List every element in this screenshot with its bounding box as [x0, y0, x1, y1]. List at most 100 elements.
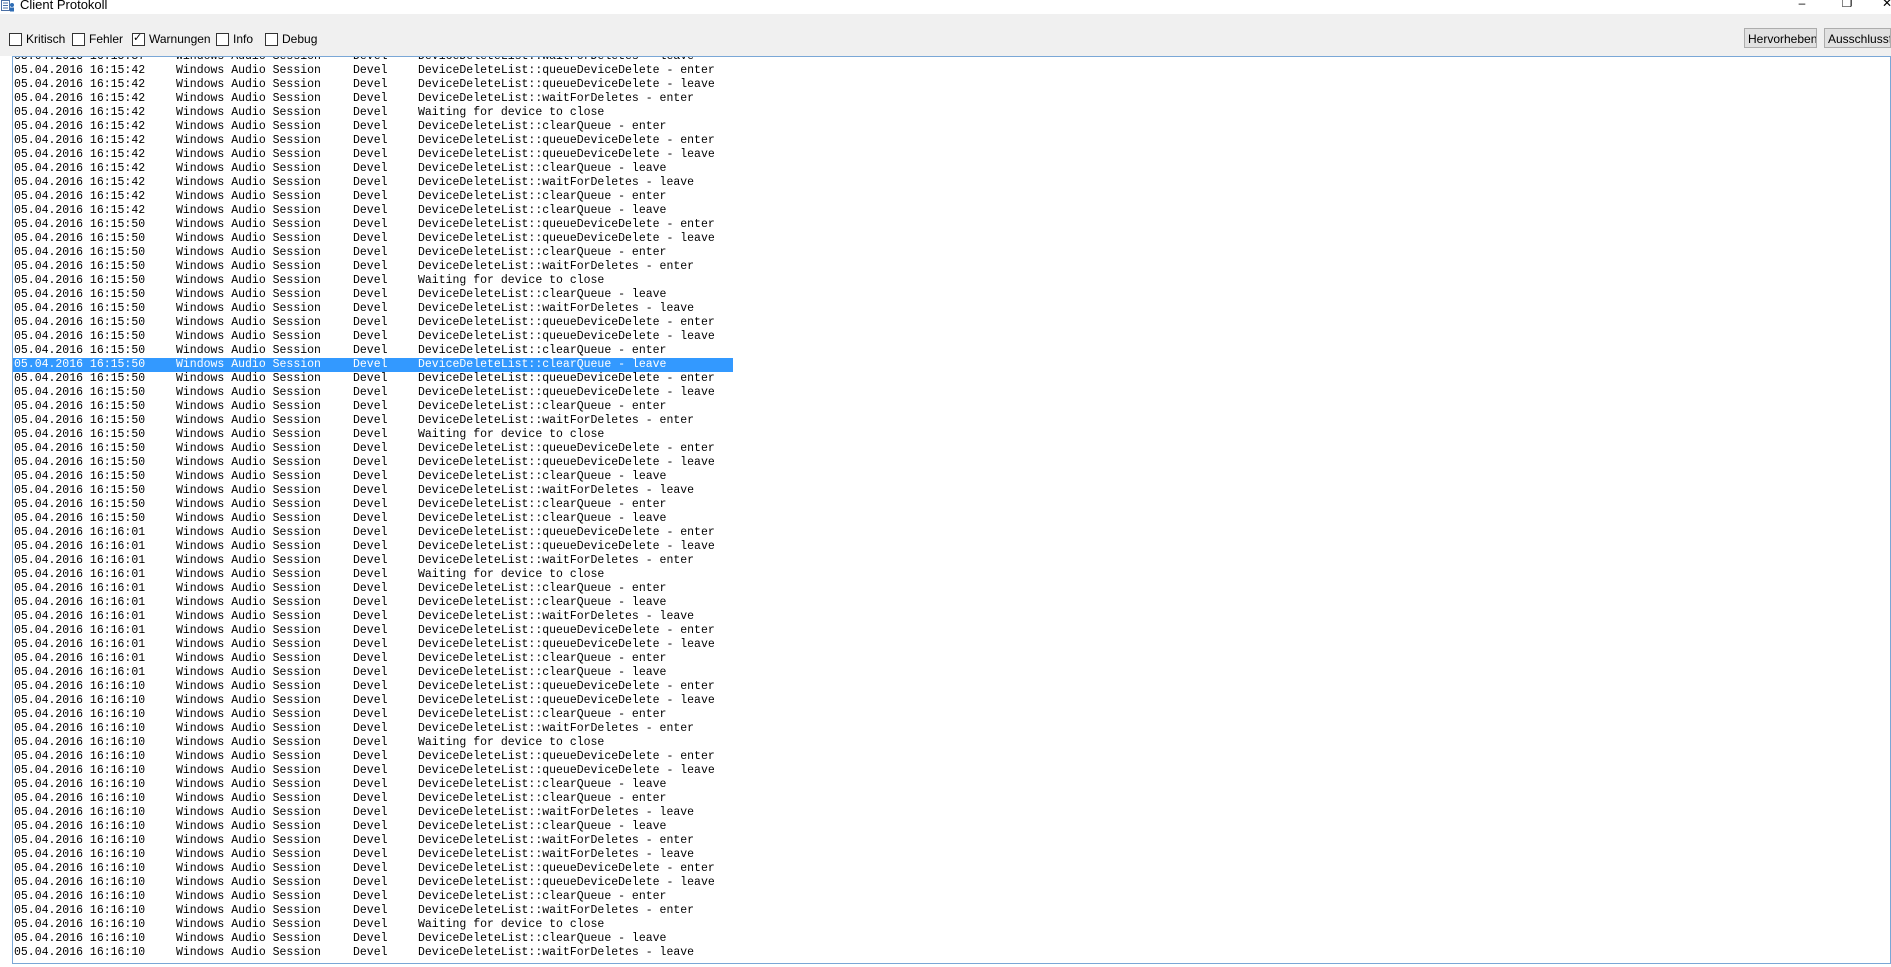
log-row[interactable]: 05.04.2016 16:16:10 Windows Audio Session… — [13, 904, 733, 918]
log-row[interactable]: 05.04.2016 16:16:10 Windows Audio Session… — [13, 834, 733, 848]
log-row[interactable]: 05.04.2016 16:16:01 Windows Audio Session… — [13, 582, 733, 596]
log-row[interactable]: 05.04.2016 16:15:50 Windows Audio Session… — [13, 316, 733, 330]
log-row-selected[interactable]: 05.04.2016 16:15:50 Windows Audio Session… — [13, 358, 733, 372]
log-row[interactable]: 05.04.2016 16:16:10 Windows Audio Session… — [13, 876, 733, 890]
log-date: 05.04.2016 16:16:10 — [14, 904, 146, 917]
log-source: Windows Audio Session — [176, 190, 321, 203]
log-row[interactable]: 05.04.2016 16:16:10 Windows Audio Session… — [13, 848, 733, 862]
log-row[interactable]: 05.04.2016 16:15:42 Windows Audio Session… — [13, 120, 733, 134]
log-date: 05.04.2016 16:15:50 — [14, 316, 146, 329]
log-row[interactable]: 05.04.2016 16:16:01 Windows Audio Session… — [13, 638, 733, 652]
log-source: Windows Audio Session — [176, 260, 321, 273]
log-message: DeviceDeleteList::queueDeviceDelete - en… — [418, 134, 715, 147]
log-row[interactable]: 05.04.2016 16:15:42 Windows Audio Session… — [13, 148, 733, 162]
log-row[interactable]: 05.04.2016 16:15:42 Windows Audio Session… — [13, 78, 733, 92]
close-icon[interactable]: ✕ — [1880, 0, 1891, 10]
log-row[interactable]: 05.04.2016 16:15:50 Windows Audio Session… — [13, 414, 733, 428]
log-row[interactable]: 05.04.2016 16:16:01 Windows Audio Session… — [13, 596, 733, 610]
log-row[interactable]: 05.04.2016 16:15:42 Windows Audio Session… — [13, 64, 733, 78]
log-row[interactable]: 05.04.2016 16:16:01 Windows Audio Session… — [13, 526, 733, 540]
checkbox-kritisch[interactable] — [9, 32, 22, 46]
log-row[interactable]: 05.04.2016 16:15:50 Windows Audio Session… — [13, 344, 733, 358]
checkbox-info[interactable] — [216, 32, 229, 46]
log-row[interactable]: 05.04.2016 16:16:01 Windows Audio Session… — [13, 666, 733, 680]
exclude-filter-button[interactable]: Ausschlussfil — [1824, 28, 1891, 48]
checkbox-debug[interactable] — [265, 32, 278, 46]
highlight-button[interactable]: Hervorheben — [1744, 28, 1817, 48]
log-row[interactable]: 05.04.2016 16:16:01 Windows Audio Session… — [13, 610, 733, 624]
log-row[interactable]: 05.04.2016 16:15:50 Windows Audio Session… — [13, 302, 733, 316]
checkbox-warnungen[interactable]: ✓ — [132, 32, 145, 46]
log-message: DeviceDeleteList::clearQueue - enter — [418, 708, 667, 721]
log-message: DeviceDeleteList::clearQueue - leave — [418, 204, 667, 217]
log-list[interactable]: 05.04.2016 16:15:37 Windows Audio Session… — [12, 56, 1891, 964]
filter-warnungen[interactable]: ✓ Warnungen — [132, 32, 211, 46]
log-row[interactable]: 05.04.2016 16:15:50 Windows Audio Session… — [13, 498, 733, 512]
log-row[interactable]: 05.04.2016 16:15:50 Windows Audio Session… — [13, 372, 733, 386]
log-row[interactable]: 05.04.2016 16:15:42 Windows Audio Session… — [13, 134, 733, 148]
log-row[interactable]: 05.04.2016 16:16:10 Windows Audio Session… — [13, 736, 733, 750]
log-row[interactable]: 05.04.2016 16:16:10 Windows Audio Session… — [13, 932, 733, 946]
log-level: Devel — [353, 652, 388, 665]
restore-icon[interactable]: ❐ — [1840, 0, 1854, 10]
log-message: DeviceDeleteList::queueDeviceDelete - le… — [418, 232, 715, 245]
log-row[interactable]: 05.04.2016 16:15:50 Windows Audio Session… — [13, 386, 733, 400]
log-row[interactable]: 05.04.2016 16:15:50 Windows Audio Session… — [13, 428, 733, 442]
log-row[interactable]: 05.04.2016 16:15:42 Windows Audio Session… — [13, 92, 733, 106]
log-row[interactable]: 05.04.2016 16:16:10 Windows Audio Session… — [13, 722, 733, 736]
log-row[interactable]: 05.04.2016 16:15:50 Windows Audio Session… — [13, 246, 733, 260]
filter-info[interactable]: Info — [216, 32, 253, 46]
log-row[interactable]: 05.04.2016 16:16:10 Windows Audio Session… — [13, 862, 733, 876]
log-row[interactable]: 05.04.2016 16:16:10 Windows Audio Session… — [13, 806, 733, 820]
log-row[interactable]: 05.04.2016 16:15:42 Windows Audio Session… — [13, 176, 733, 190]
log-row[interactable]: 05.04.2016 16:15:50 Windows Audio Session… — [13, 484, 733, 498]
log-row[interactable]: 05.04.2016 16:16:10 Windows Audio Session… — [13, 750, 733, 764]
log-row[interactable]: 05.04.2016 16:15:50 Windows Audio Session… — [13, 470, 733, 484]
log-row[interactable]: 05.04.2016 16:15:50 Windows Audio Session… — [13, 456, 733, 470]
log-row[interactable]: 05.04.2016 16:16:10 Windows Audio Session… — [13, 680, 733, 694]
log-row[interactable]: 05.04.2016 16:15:42 Windows Audio Session… — [13, 204, 733, 218]
log-row[interactable]: 05.04.2016 16:16:10 Windows Audio Session… — [13, 890, 733, 904]
log-row[interactable]: 05.04.2016 16:15:50 Windows Audio Session… — [13, 512, 733, 526]
log-row[interactable]: 05.04.2016 16:15:50 Windows Audio Session… — [13, 400, 733, 414]
log-row[interactable]: 05.04.2016 16:16:10 Windows Audio Session… — [13, 708, 733, 722]
log-row[interactable]: 05.04.2016 16:15:37 Windows Audio Session… — [13, 57, 733, 64]
log-row[interactable]: 05.04.2016 16:16:01 Windows Audio Session… — [13, 652, 733, 666]
log-row[interactable]: 05.04.2016 16:15:50 Windows Audio Session… — [13, 274, 733, 288]
log-source: Windows Audio Session — [176, 386, 321, 399]
log-row[interactable]: 05.04.2016 16:16:10 Windows Audio Session… — [13, 694, 733, 708]
log-row[interactable]: 05.04.2016 16:16:01 Windows Audio Session… — [13, 554, 733, 568]
log-message: DeviceDeleteList::clearQueue - enter — [418, 246, 667, 259]
log-row[interactable]: 05.04.2016 16:16:10 Windows Audio Session… — [13, 778, 733, 792]
log-row[interactable]: 05.04.2016 16:16:01 Windows Audio Session… — [13, 540, 733, 554]
log-row[interactable]: 05.04.2016 16:16:10 Windows Audio Session… — [13, 946, 733, 960]
log-row[interactable]: 05.04.2016 16:16:10 Windows Audio Session… — [13, 820, 733, 834]
log-row[interactable]: 05.04.2016 16:15:50 Windows Audio Session… — [13, 330, 733, 344]
checkbox-fehler[interactable] — [72, 32, 85, 46]
minimize-icon[interactable]: – — [1795, 0, 1809, 10]
log-row[interactable]: 05.04.2016 16:15:50 Windows Audio Session… — [13, 442, 733, 456]
filter-info-label: Info — [233, 32, 254, 46]
log-row[interactable]: 05.04.2016 16:16:01 Windows Audio Session… — [13, 568, 733, 582]
log-row[interactable]: 05.04.2016 16:15:42 Windows Audio Session… — [13, 190, 733, 204]
log-message: DeviceDeleteList::queueDeviceDelete - le… — [418, 330, 715, 343]
filter-kritisch[interactable]: Kritisch — [9, 32, 65, 46]
filter-fehler[interactable]: Fehler — [72, 32, 123, 46]
log-row[interactable]: 05.04.2016 16:15:50 Windows Audio Session… — [13, 232, 733, 246]
log-row[interactable]: 05.04.2016 16:16:10 Windows Audio Session… — [13, 792, 733, 806]
log-row[interactable]: 05.04.2016 16:15:50 Windows Audio Session… — [13, 288, 733, 302]
log-row[interactable]: 05.04.2016 16:16:01 Windows Audio Session… — [13, 624, 733, 638]
log-date: 05.04.2016 16:16:01 — [14, 596, 146, 609]
log-row[interactable]: 05.04.2016 16:15:42 Windows Audio Session… — [13, 162, 733, 176]
log-level: Devel — [353, 400, 388, 413]
log-row[interactable]: 05.04.2016 16:15:50 Windows Audio Session… — [13, 218, 733, 232]
log-row[interactable]: 05.04.2016 16:16:10 Windows Audio Session… — [13, 764, 733, 778]
log-date: 05.04.2016 16:15:42 — [14, 78, 146, 91]
log-row[interactable]: 05.04.2016 16:15:50 Windows Audio Session… — [13, 260, 733, 274]
log-message: DeviceDeleteList::clearQueue - enter — [418, 120, 667, 133]
log-message: Waiting for device to close — [418, 918, 605, 931]
filter-debug[interactable]: Debug — [265, 32, 317, 46]
log-row[interactable]: 05.04.2016 16:15:42 Windows Audio Session… — [13, 106, 733, 120]
log-row[interactable]: 05.04.2016 16:16:10 Windows Audio Session… — [13, 918, 733, 932]
log-message: DeviceDeleteList::queueDeviceDelete - en… — [418, 862, 715, 875]
